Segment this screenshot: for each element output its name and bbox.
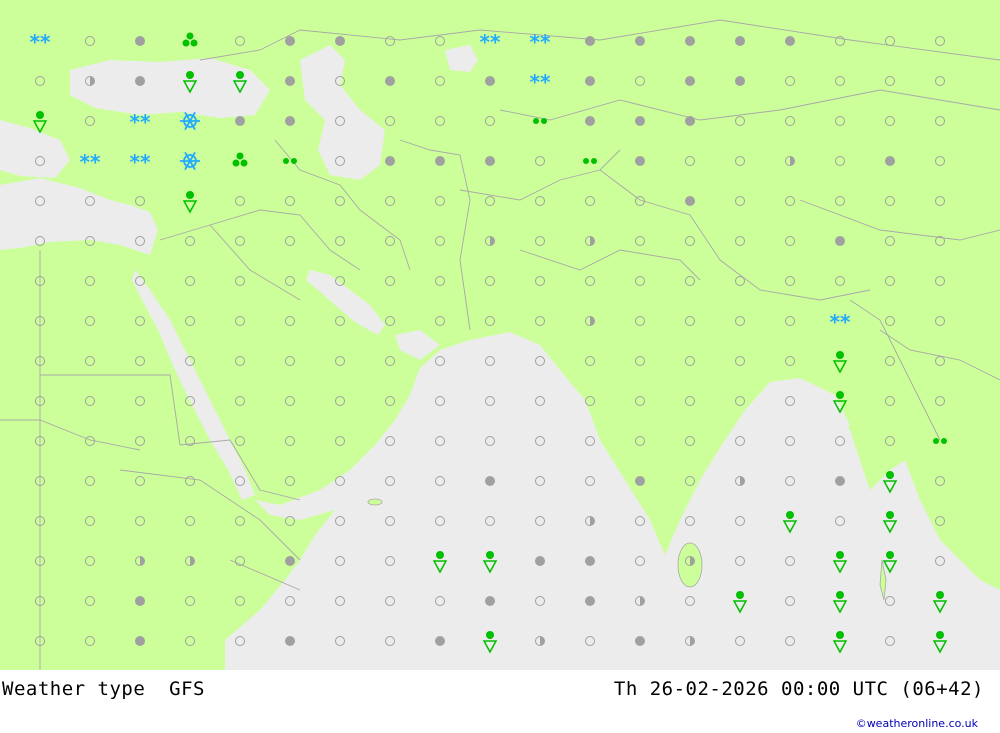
overcast-icon (585, 556, 595, 566)
overcast-icon (635, 116, 645, 126)
snow-icon: ** (30, 30, 51, 54)
overcast-icon (485, 76, 495, 86)
overcast-icon (835, 236, 845, 246)
overcast-icon (285, 36, 295, 46)
overcast-icon (335, 36, 345, 46)
socotra (367, 498, 383, 506)
overcast-icon (285, 76, 295, 86)
overcast-icon (635, 36, 645, 46)
overcast-icon (285, 116, 295, 126)
overcast-icon (135, 596, 145, 606)
overcast-icon (735, 76, 745, 86)
snow-icon: ** (480, 30, 501, 54)
overcast-icon (635, 476, 645, 486)
site-credit-link[interactable]: ©weatheronline.co.uk (856, 717, 978, 730)
snow-icon: ** (130, 110, 151, 134)
overcast-icon (135, 36, 145, 46)
snow-icon: ** (830, 310, 851, 334)
overcast-icon (885, 156, 895, 166)
overcast-icon (585, 36, 595, 46)
overcast-icon (585, 116, 595, 126)
overcast-icon (435, 636, 445, 646)
overcast-icon (485, 156, 495, 166)
overcast-icon (485, 476, 495, 486)
overcast-icon (235, 116, 245, 126)
overcast-icon (485, 596, 495, 606)
overcast-icon (735, 36, 745, 46)
overcast-icon (835, 476, 845, 486)
footer-bar: Weather type GFS Th 26-02-2026 00:00 UTC… (0, 670, 1000, 733)
map-canvas: ****************** (0, 0, 1000, 694)
overcast-icon (585, 596, 595, 606)
snow-icon: ** (530, 70, 551, 94)
overcast-icon (135, 636, 145, 646)
overcast-icon (685, 196, 695, 206)
snow-icon: ** (130, 150, 151, 174)
snow-icon: ** (80, 150, 101, 174)
map-product-title: Weather type GFS (2, 678, 205, 700)
snow-icon: ** (530, 30, 551, 54)
overcast-icon (685, 76, 695, 86)
overcast-icon (535, 556, 545, 566)
weather-map: ****************** (0, 0, 1000, 694)
map-valid-time: Th 26-02-2026 00:00 UTC (06+42) (613, 678, 984, 700)
overcast-icon (685, 116, 695, 126)
overcast-icon (385, 156, 395, 166)
overcast-icon (785, 36, 795, 46)
overcast-icon (685, 36, 695, 46)
overcast-icon (285, 636, 295, 646)
overcast-icon (635, 156, 645, 166)
overcast-icon (135, 76, 145, 86)
overcast-icon (435, 156, 445, 166)
overcast-icon (635, 636, 645, 646)
overcast-icon (585, 76, 595, 86)
overcast-icon (285, 556, 295, 566)
overcast-icon (385, 76, 395, 86)
